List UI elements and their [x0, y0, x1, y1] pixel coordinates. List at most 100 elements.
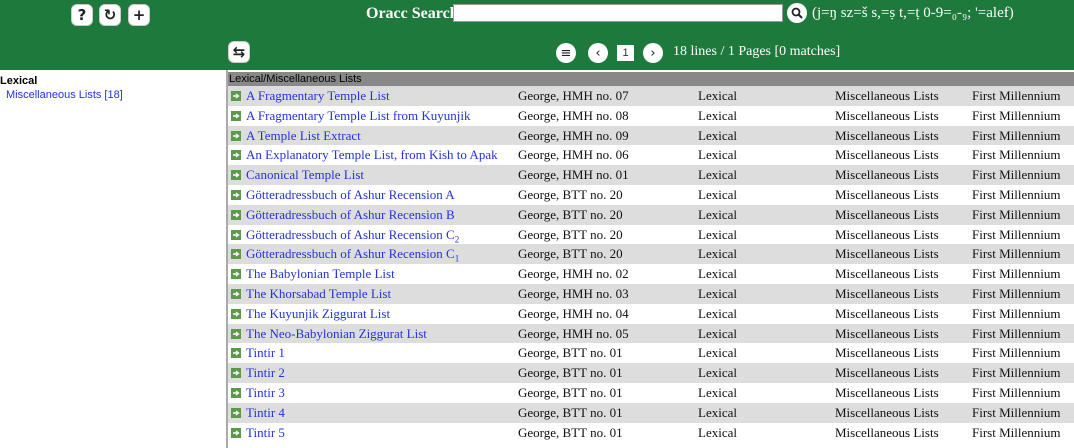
genre-cell: Lexical	[698, 325, 737, 341]
table-row: Götteradressbuch of Ashur Recension C2 Ge…	[228, 225, 1074, 245]
list-header: Lexical/Miscellaneous Lists	[228, 72, 1074, 86]
period-cell: First Millennium	[972, 147, 1061, 163]
publication-cell: George, HMH no. 08	[518, 107, 629, 123]
subgenre-cell: Miscellaneous Lists	[835, 206, 939, 222]
period-cell: First Millennium	[972, 305, 1061, 321]
publication-cell: George, BTT no. 20	[518, 246, 623, 262]
open-text-icon[interactable]	[231, 249, 241, 260]
genre-cell: Lexical	[698, 147, 737, 163]
genre-cell: Lexical	[698, 167, 737, 183]
search-hint: (j=ŋ sz=š s,=ṣ t,=ṭ 0-9=₀-₉; '=alef)	[812, 5, 1014, 21]
period-cell: First Millennium	[972, 404, 1061, 420]
genre-cell: Lexical	[698, 365, 737, 381]
table-row: Tintir 3 George, BTT no. 01 Lexical Miscell…	[228, 383, 1074, 403]
search-label: Oracc Search:	[366, 5, 464, 22]
publication-cell: George, BTT no. 01	[518, 424, 623, 440]
open-text-icon[interactable]	[231, 209, 241, 220]
search-icon[interactable]	[787, 3, 807, 23]
help-icon[interactable]: ?	[71, 4, 93, 26]
publication-cell: George, HMH no. 06	[518, 147, 629, 163]
open-text-icon[interactable]	[231, 170, 241, 181]
open-text-icon[interactable]	[231, 189, 241, 200]
page-number[interactable]: 1	[617, 45, 634, 61]
table-row: A Fragmentary Temple List George, HMH no.…	[228, 86, 1074, 106]
sidebar-item-miscellaneous-lists[interactable]: Miscellaneous Lists [18]	[0, 88, 224, 102]
subgenre-cell: Miscellaneous Lists	[835, 305, 939, 321]
open-text-icon[interactable]	[231, 308, 241, 319]
plus-icon[interactable]: +	[128, 4, 150, 26]
open-text-icon[interactable]	[231, 269, 241, 280]
period-cell: First Millennium	[972, 107, 1061, 123]
table-row: The Babylonian Temple List George, HMH no…	[228, 264, 1074, 284]
table-row: Tintir 4 George, BTT no. 01 Lexical Miscell…	[228, 402, 1074, 423]
genre-cell: Lexical	[698, 305, 737, 321]
publication-cell: George, BTT no. 01	[518, 365, 623, 381]
period-cell: First Millennium	[972, 88, 1061, 103]
subgenre-cell: Miscellaneous Lists	[835, 285, 939, 301]
open-text-icon[interactable]	[231, 150, 241, 161]
table-row: Götteradressbuch of Ashur Recension C1 Ge…	[228, 244, 1074, 265]
subgenre-cell: Miscellaneous Lists	[835, 325, 939, 341]
open-text-icon[interactable]	[231, 229, 241, 240]
period-cell: First Millennium	[972, 266, 1061, 282]
period-cell: First Millennium	[972, 167, 1061, 183]
open-text-icon[interactable]	[231, 328, 241, 339]
table-row: Tintir 2 George, BTT no. 01 Lexical Miscell…	[228, 363, 1074, 383]
subgenre-cell: Miscellaneous Lists	[835, 345, 939, 361]
table-row: Götteradressbuch of Ashur Recension A Geo…	[228, 185, 1074, 205]
period-cell: First Millennium	[972, 127, 1061, 143]
genre-cell: Lexical	[698, 266, 737, 282]
subgenre-cell: Miscellaneous Lists	[835, 186, 939, 202]
subgenre-cell: Miscellaneous Lists	[835, 404, 939, 420]
genre-cell: Lexical	[698, 384, 737, 400]
open-text-icon[interactable]	[231, 387, 241, 398]
text-title-link[interactable]: Tintir 5	[246, 423, 285, 448]
open-text-icon[interactable]	[231, 288, 241, 299]
open-text-icon[interactable]	[231, 348, 241, 359]
table-row: An Explanatory Temple List, from Kish to…	[228, 145, 1074, 165]
search-input[interactable]	[453, 4, 783, 22]
open-text-icon[interactable]	[231, 110, 241, 121]
open-text-icon[interactable]	[231, 91, 241, 101]
period-cell: First Millennium	[972, 365, 1061, 381]
menu-icon[interactable]: ≡	[556, 43, 576, 63]
open-text-icon[interactable]	[231, 427, 241, 438]
table-row: Canonical Temple List George, HMH no. 01 L…	[228, 165, 1074, 185]
reload-icon[interactable]: ↻	[99, 4, 121, 26]
period-cell: First Millennium	[972, 246, 1061, 262]
open-text-icon[interactable]	[231, 130, 241, 141]
genre-cell: Lexical	[698, 226, 737, 242]
publication-cell: George, BTT no. 20	[518, 226, 623, 242]
open-text-icon[interactable]	[231, 407, 241, 418]
subgenre-cell: Miscellaneous Lists	[835, 384, 939, 400]
genre-cell: Lexical	[698, 127, 737, 143]
subgenre-cell: Miscellaneous Lists	[835, 424, 939, 440]
table-row: A Temple List Extract George, HMH no. 09 L…	[228, 125, 1074, 146]
chevron-right-icon[interactable]: ›	[643, 43, 663, 63]
swap-icon[interactable]: ⇆	[228, 41, 250, 63]
publication-cell: George, BTT no. 01	[518, 384, 623, 400]
subgenre-cell: Miscellaneous Lists	[835, 107, 939, 123]
subgenre-cell: Miscellaneous Lists	[835, 266, 939, 282]
table-row: The Khorsabad Temple List George, HMH no.…	[228, 283, 1074, 304]
subgenre-cell: Miscellaneous Lists	[835, 127, 939, 143]
genre-cell: Lexical	[698, 404, 737, 420]
subgenre-cell: Miscellaneous Lists	[835, 88, 939, 103]
table-row: Götteradressbuch of Ashur Recension B Geo…	[228, 204, 1074, 225]
publication-cell: George, HMH no. 04	[518, 305, 629, 321]
subgenre-cell: Miscellaneous Lists	[835, 365, 939, 381]
publication-cell: George, HMH no. 09	[518, 127, 629, 143]
genre-cell: Lexical	[698, 424, 737, 440]
table-row: A Fragmentary Temple List from Kuyunjik G…	[228, 106, 1074, 126]
period-cell: First Millennium	[972, 424, 1061, 440]
open-text-icon[interactable]	[231, 368, 241, 379]
genre-cell: Lexical	[698, 206, 737, 222]
genre-cell: Lexical	[698, 107, 737, 123]
table-row: The Neo-Babylonian Ziggurat List George, …	[228, 323, 1074, 344]
subgenre-cell: Miscellaneous Lists	[835, 167, 939, 183]
publication-cell: George, BTT no. 01	[518, 404, 623, 420]
publication-cell: George, BTT no. 20	[518, 186, 623, 202]
chevron-left-icon[interactable]: ‹	[588, 43, 608, 63]
period-cell: First Millennium	[972, 285, 1061, 301]
pager-info: 18 lines / 1 Pages [0 matches]	[673, 44, 841, 59]
